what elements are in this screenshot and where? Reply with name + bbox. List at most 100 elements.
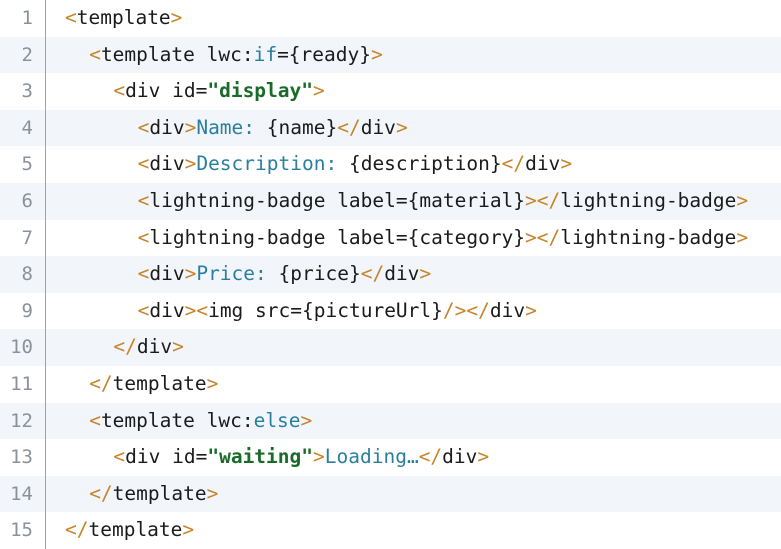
- code-line-text[interactable]: <div id="display">: [46, 73, 781, 110]
- code-token: div: [442, 445, 478, 469]
- code-token: <: [137, 188, 150, 212]
- code-token: div: [360, 115, 396, 139]
- code-token: lwc: [194, 408, 242, 432]
- code-token: <: [137, 298, 150, 322]
- code-token: </: [418, 445, 443, 469]
- code-token: :: [241, 408, 254, 432]
- code-token: >: [736, 225, 749, 249]
- code-token: template: [76, 6, 171, 29]
- code-line-text[interactable]: <lightning-badge label={category}></ligh…: [46, 220, 781, 257]
- code-token: >: [182, 518, 195, 542]
- code-line-text[interactable]: </template>: [46, 512, 781, 549]
- code-line[interactable]: 1 <template>: [0, 0, 781, 37]
- code-token: >: [172, 335, 184, 359]
- line-number: 5: [0, 146, 46, 183]
- code-token: >: [370, 42, 383, 66]
- line-number: 7: [0, 219, 46, 257]
- code-line[interactable]: 9 <div><img src={pictureUrl}/></div>: [0, 292, 781, 330]
- code-token: if: [253, 42, 278, 66]
- code-token: <: [137, 225, 150, 249]
- code-token: src={pictureUrl}: [243, 298, 443, 322]
- line-number: 8: [0, 256, 46, 293]
- code-line[interactable]: 2 <template lwc:if={ready}>: [0, 36, 781, 74]
- code-token: >: [560, 152, 573, 176]
- code-line[interactable]: 11 </template>: [0, 365, 781, 403]
- code-token: </: [501, 152, 526, 176]
- code-token: lightning-badge: [149, 225, 326, 249]
- code-line[interactable]: 13 <div id="waiting">Loading…</div>: [0, 439, 781, 476]
- code-token: </: [89, 371, 113, 395]
- code-line-text[interactable]: <template>: [46, 0, 781, 37]
- code-token: Price:: [196, 262, 267, 286]
- code-token: template: [100, 42, 195, 66]
- code-token: </: [113, 335, 137, 359]
- code-line[interactable]: 7 <lightning-badge label={category}></lig…: [0, 219, 781, 257]
- code-token: >: [419, 262, 432, 286]
- code-token: "display": [207, 79, 314, 103]
- line-number: 11: [0, 365, 46, 403]
- code-token: >: [206, 371, 219, 395]
- line-number: 13: [0, 439, 46, 476]
- code-token: id=: [160, 79, 208, 103]
- code-editor[interactable]: 1 <template> 2 <template lwc:if={ready}> 3 <d…: [0, 0, 781, 549]
- code-line[interactable]: 8 <div>Price: {price}</div>: [0, 256, 781, 293]
- code-token: >: [525, 225, 537, 249]
- code-token: <: [196, 298, 209, 322]
- code-line-text[interactable]: <div id="waiting">Loading…</div>: [46, 439, 781, 476]
- code-token: {description}: [337, 152, 502, 176]
- code-line-text[interactable]: </div>: [46, 329, 781, 366]
- code-token: div: [125, 445, 161, 469]
- code-line[interactable]: 15 </template>: [0, 512, 781, 549]
- code-token: div: [149, 298, 185, 322]
- code-token: </: [536, 188, 561, 212]
- code-token: lightning-badge: [560, 225, 737, 249]
- code-line-text[interactable]: <div>Price: {price}</div>: [46, 256, 781, 293]
- code-line[interactable]: 14 </template>: [0, 475, 781, 513]
- code-token: {name}: [255, 115, 338, 139]
- code-token: </: [466, 298, 490, 322]
- code-line[interactable]: 4 <div>Name: {name}</div>: [0, 109, 781, 147]
- code-line-text[interactable]: <div><img src={pictureUrl}/></div>: [46, 293, 781, 330]
- line-number: 1: [0, 0, 46, 37]
- code-token: img: [208, 298, 244, 322]
- code-token: <: [113, 79, 126, 103]
- code-token: <: [89, 408, 101, 432]
- line-number: 2: [0, 36, 46, 74]
- code-token: Loading…: [324, 445, 419, 469]
- code-line[interactable]: 3 <div id="display">: [0, 73, 781, 110]
- code-token: </: [65, 518, 89, 542]
- code-line-text[interactable]: <lightning-badge label={material}></ligh…: [46, 183, 781, 220]
- code-line[interactable]: 10 </div>: [0, 329, 781, 366]
- code-line-text[interactable]: </template>: [46, 476, 781, 513]
- code-token: {price}: [266, 262, 361, 286]
- code-token: >: [300, 408, 313, 432]
- code-token: lwc: [194, 42, 242, 66]
- code-line-text[interactable]: </template>: [46, 366, 781, 403]
- code-token: label={material}: [325, 188, 526, 212]
- line-number: 15: [0, 512, 46, 549]
- code-token: div: [125, 79, 161, 103]
- code-line-text[interactable]: <div>Name: {name}</div>: [46, 110, 781, 147]
- code-token: div: [136, 335, 173, 359]
- code-line-text[interactable]: <template lwc:if={ready}>: [46, 37, 781, 74]
- code-token: div: [525, 152, 561, 176]
- code-token: ={ready}: [277, 42, 371, 66]
- code-line[interactable]: 12 <template lwc:else>: [0, 402, 781, 440]
- code-token: div: [149, 115, 185, 139]
- code-token: :: [241, 42, 254, 66]
- code-token: div: [149, 152, 185, 176]
- code-token: "waiting": [207, 445, 314, 469]
- code-token: >: [736, 188, 749, 212]
- code-token: template: [112, 481, 207, 505]
- code-token: <: [65, 6, 77, 29]
- code-line[interactable]: 5 <div>Description: {description}</div>: [0, 146, 781, 183]
- code-token: label={category}: [325, 225, 526, 249]
- code-token: template: [88, 518, 183, 542]
- code-token: template: [112, 371, 207, 395]
- code-token: Name:: [196, 115, 256, 139]
- code-line-text[interactable]: <div>Description: {description}</div>: [46, 146, 781, 183]
- code-line-text[interactable]: <template lwc:else>: [46, 403, 781, 440]
- code-line[interactable]: 6 <lightning-badge label={material}></lig…: [0, 182, 781, 220]
- code-token: </: [337, 115, 361, 139]
- code-token: />: [442, 298, 467, 322]
